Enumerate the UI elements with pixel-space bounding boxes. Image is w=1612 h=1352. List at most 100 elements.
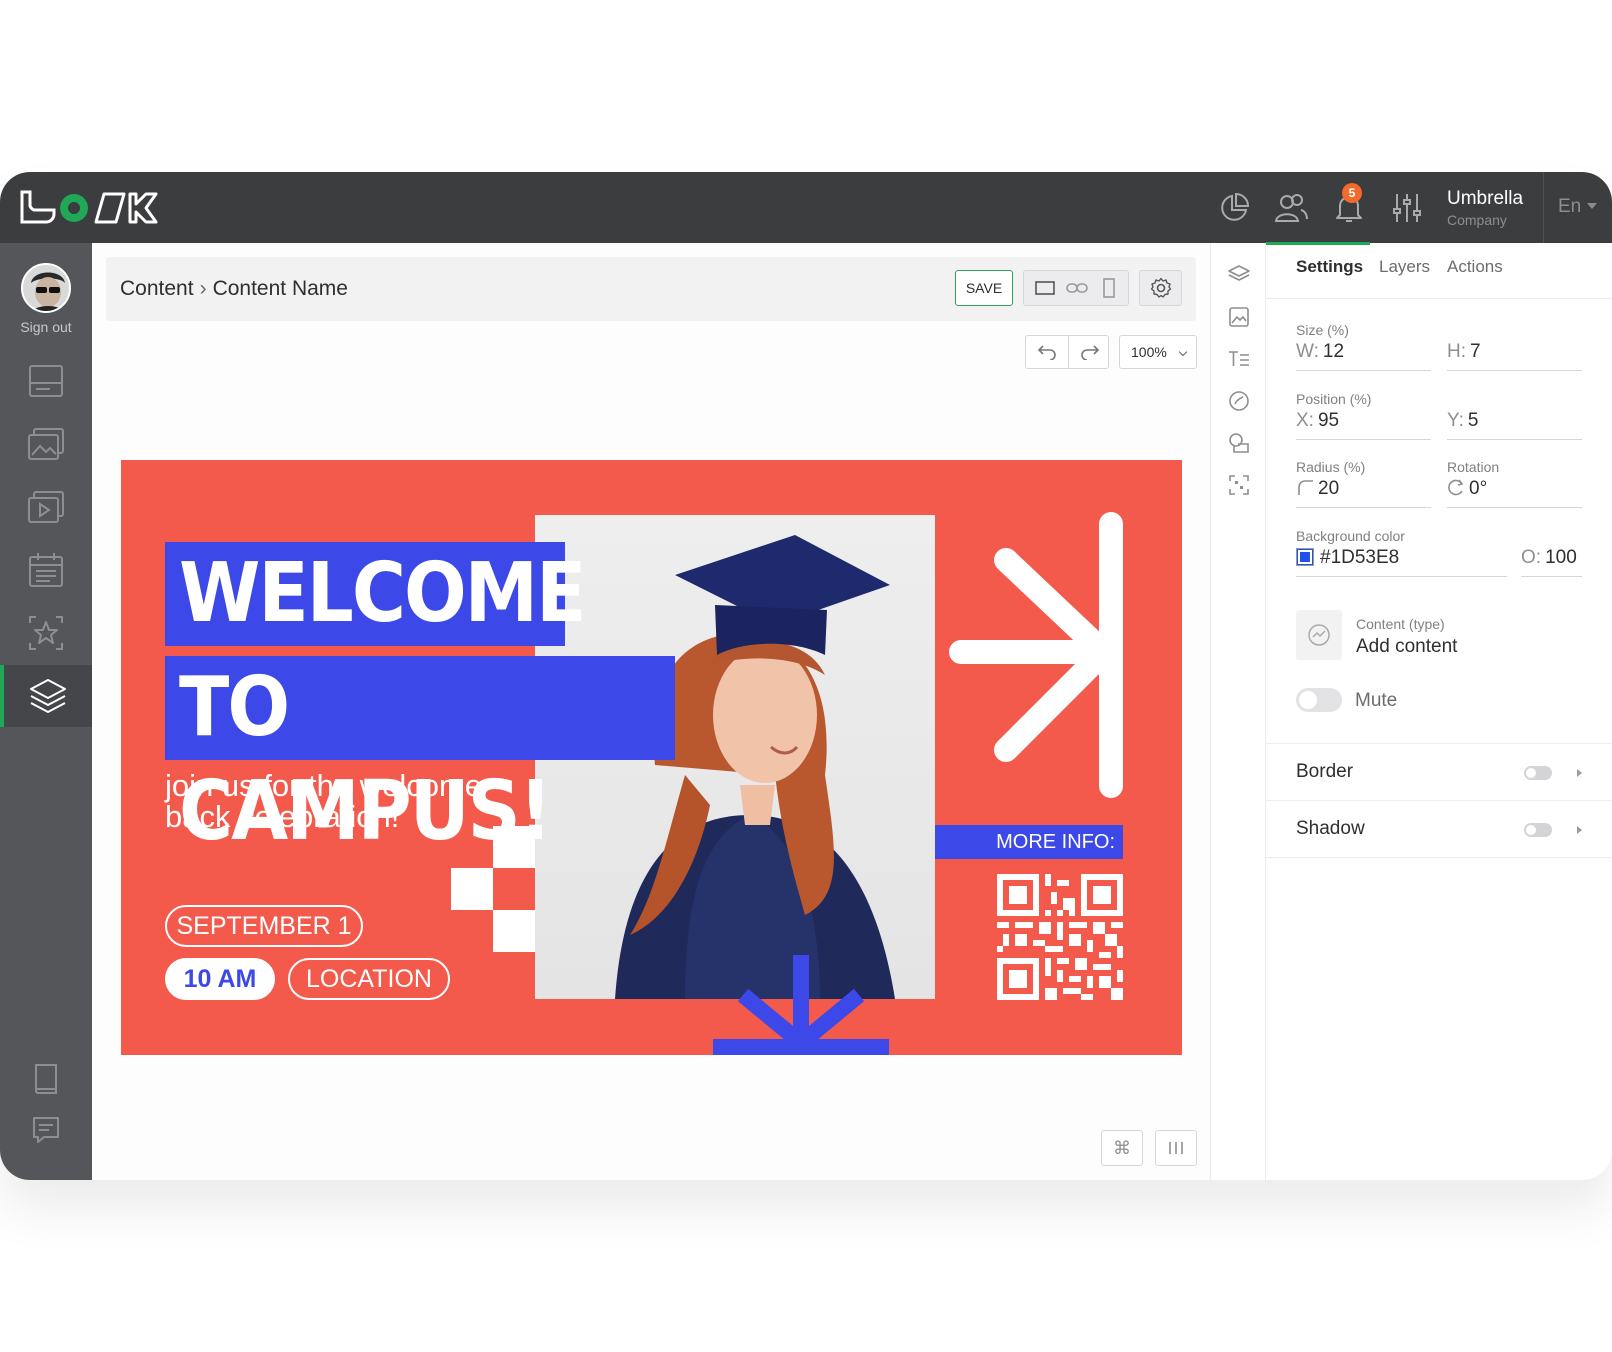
border-toggle[interactable] bbox=[1524, 766, 1552, 780]
notification-badge: 5 bbox=[1342, 183, 1362, 203]
opacity-prefix: O: bbox=[1521, 547, 1542, 568]
color-swatch[interactable] bbox=[1296, 548, 1314, 566]
settings-button[interactable] bbox=[1139, 270, 1182, 306]
star-frame-icon bbox=[29, 616, 63, 650]
breadcrumb-root[interactable]: Content bbox=[120, 277, 194, 300]
breadcrumb-separator: › bbox=[199, 277, 207, 300]
widget-icon bbox=[1308, 624, 1330, 646]
content-type-button[interactable] bbox=[1296, 610, 1342, 660]
headline-line-1[interactable]: WELCOME bbox=[165, 542, 587, 646]
tool-widget[interactable] bbox=[1227, 389, 1251, 413]
x-prefix: X: bbox=[1296, 410, 1314, 431]
book-icon bbox=[35, 1064, 57, 1094]
users-icon[interactable] bbox=[1274, 191, 1308, 225]
link-icon bbox=[1066, 283, 1088, 293]
x-field[interactable]: X: 95 bbox=[1296, 406, 1431, 440]
settings-panel: Settings Layers Actions Size (%) W: 12 H:… bbox=[1266, 242, 1612, 1180]
sidebar-item-templates[interactable] bbox=[0, 602, 92, 664]
tool-text[interactable] bbox=[1227, 347, 1251, 371]
rotation-value: 0° bbox=[1469, 478, 1488, 499]
left-sidebar: Sign out bbox=[0, 243, 92, 1180]
date-pill[interactable]: SEPTEMBER 1 bbox=[165, 905, 363, 947]
x-value: 95 bbox=[1317, 410, 1340, 431]
mute-label: Mute bbox=[1355, 690, 1398, 711]
panel-tabs: Settings Layers Actions bbox=[1266, 242, 1612, 299]
look-logo[interactable] bbox=[18, 188, 168, 233]
mute-toggle[interactable] bbox=[1296, 688, 1342, 712]
widget-icon bbox=[1229, 391, 1249, 411]
layers-icon bbox=[30, 679, 66, 714]
corner-radius-icon bbox=[1298, 480, 1313, 495]
divider bbox=[1266, 743, 1612, 744]
command-icon: ⌘ bbox=[1113, 1137, 1131, 1158]
breadcrumb-current: Content Name bbox=[212, 277, 348, 300]
zoom-select[interactable]: 100% bbox=[1119, 335, 1197, 369]
height-field[interactable]: H: 7 bbox=[1447, 337, 1582, 371]
rotation-field[interactable]: 0° bbox=[1447, 474, 1582, 508]
view-mode-group bbox=[1023, 270, 1129, 306]
time-pill[interactable]: 10 AM bbox=[165, 958, 275, 1000]
sign-out-link[interactable]: Sign out bbox=[0, 319, 92, 335]
location-pill[interactable]: LOCATION bbox=[288, 958, 450, 1000]
add-content-link[interactable]: Add content bbox=[1356, 636, 1457, 658]
portrait-icon bbox=[1103, 278, 1115, 298]
gear-icon bbox=[1150, 277, 1171, 298]
tool-layers[interactable] bbox=[1227, 263, 1251, 287]
poster-subtitle[interactable]: join us for the welcome back celebration… bbox=[165, 770, 545, 832]
burst-shape[interactable] bbox=[941, 510, 1131, 810]
width-field[interactable]: W: 12 bbox=[1296, 337, 1431, 371]
save-button[interactable]: SAVE bbox=[955, 270, 1013, 306]
size-label: Size (%) bbox=[1296, 322, 1349, 338]
avatar[interactable] bbox=[21, 263, 71, 313]
bg-color-value: #1D53E8 bbox=[1320, 547, 1400, 568]
sidebar-item-screens[interactable] bbox=[0, 350, 92, 412]
link-view-button[interactable] bbox=[1062, 271, 1092, 305]
tab-layers[interactable]: Layers bbox=[1379, 257, 1430, 277]
breadcrumb: Content › Content Name bbox=[120, 277, 348, 301]
sidebar-item-layers[interactable] bbox=[0, 665, 92, 727]
expand-caret-icon[interactable] bbox=[1577, 826, 1582, 834]
tool-qr[interactable] bbox=[1227, 473, 1251, 497]
tab-actions[interactable]: Actions bbox=[1447, 257, 1503, 277]
language-selector[interactable]: En bbox=[1558, 196, 1598, 218]
headline-line-2[interactable]: TO CAMPUS! bbox=[165, 656, 675, 859]
bg-color-label: Background color bbox=[1296, 528, 1405, 544]
opacity-value: 100 bbox=[1545, 547, 1577, 568]
tool-image[interactable] bbox=[1227, 305, 1251, 329]
width-prefix: W: bbox=[1296, 341, 1319, 362]
tab-settings[interactable]: Settings bbox=[1296, 257, 1363, 277]
shadow-section-title[interactable]: Shadow bbox=[1296, 818, 1365, 840]
undo-button[interactable] bbox=[1026, 336, 1068, 368]
shadow-toggle[interactable] bbox=[1524, 823, 1552, 837]
bottom-burst-shape[interactable] bbox=[713, 955, 889, 1055]
qr-code[interactable] bbox=[997, 874, 1123, 1000]
canvas-poster[interactable]: WELCOME TO CAMPUS! join us for the welco… bbox=[121, 460, 1182, 1055]
image-icon bbox=[1229, 307, 1249, 327]
editor-toolbar: Content › Content Name SAVE bbox=[106, 257, 1196, 321]
language-label: En bbox=[1558, 196, 1582, 217]
chart-pie-icon[interactable] bbox=[1217, 191, 1251, 225]
tool-shapes[interactable] bbox=[1227, 431, 1251, 455]
radius-field[interactable]: 20 bbox=[1296, 474, 1431, 508]
bg-color-field[interactable]: #1D53E8 bbox=[1296, 543, 1507, 577]
width-value: 12 bbox=[1322, 341, 1345, 362]
sidebar-item-chat[interactable] bbox=[0, 1099, 92, 1161]
sidebar-item-schedule[interactable] bbox=[0, 539, 92, 601]
y-field[interactable]: Y: 5 bbox=[1447, 406, 1582, 440]
redo-button[interactable] bbox=[1068, 336, 1110, 368]
divider bbox=[1266, 800, 1612, 801]
sidebar-item-videos[interactable] bbox=[0, 476, 92, 538]
more-info-label[interactable]: MORE INFO: bbox=[935, 825, 1123, 859]
sidebar-item-images[interactable] bbox=[0, 413, 92, 475]
columns-button[interactable] bbox=[1155, 1130, 1197, 1166]
border-section-title[interactable]: Border bbox=[1296, 761, 1353, 783]
opacity-field[interactable]: O: 100 bbox=[1521, 543, 1582, 577]
sliders-icon[interactable] bbox=[1390, 191, 1424, 225]
chat-icon bbox=[33, 1117, 59, 1143]
topbar-divider bbox=[1543, 172, 1544, 243]
shortcuts-button[interactable]: ⌘ bbox=[1101, 1130, 1143, 1166]
portrait-view-button[interactable] bbox=[1094, 271, 1124, 305]
company-switcher[interactable]: Umbrella Company bbox=[1447, 188, 1523, 228]
landscape-view-button[interactable] bbox=[1030, 271, 1060, 305]
expand-caret-icon[interactable] bbox=[1577, 769, 1582, 777]
